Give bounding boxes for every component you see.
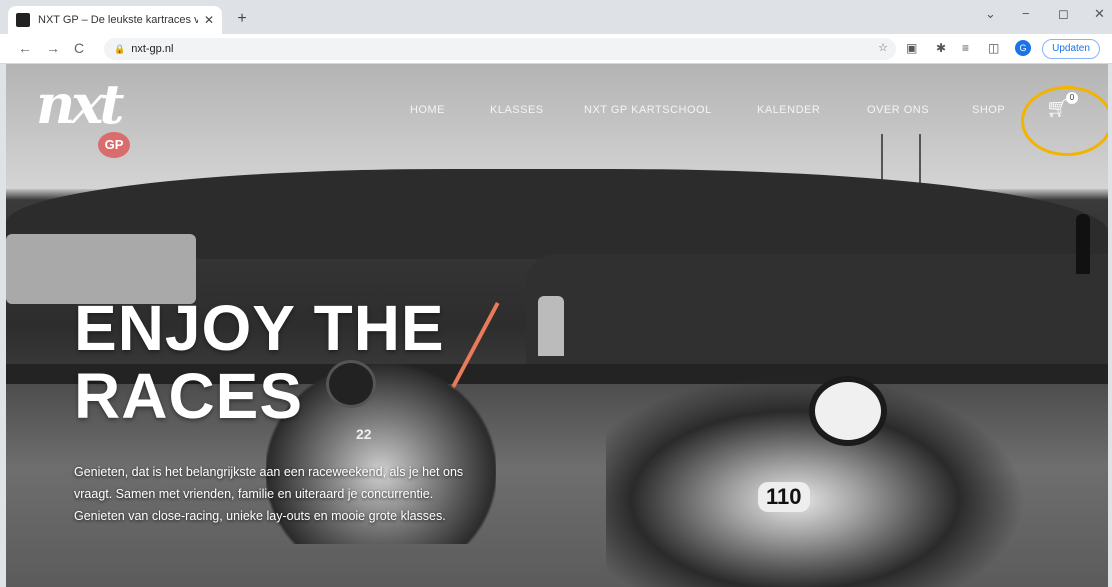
site-logo[interactable]: nxt GP: [36, 72, 166, 158]
nav-over-ons[interactable]: OVER ONS: [867, 104, 929, 116]
reload-button[interactable]: C: [74, 40, 84, 56]
nav-home[interactable]: HOME: [410, 104, 445, 116]
tab-strip: NXT GP – De leukste kartraces v… ✕ + ⌄ −…: [0, 0, 1112, 34]
profile-avatar[interactable]: G: [1015, 40, 1031, 56]
puzzle-extensions-icon[interactable]: ✱: [936, 41, 946, 55]
close-window-button[interactable]: ✕: [1094, 6, 1105, 22]
hero-hedge: [526, 254, 1108, 364]
kart-number-110: 110: [758, 482, 810, 512]
extension-icon[interactable]: ▣: [906, 41, 917, 55]
tab-search-icon[interactable]: ⌄: [985, 6, 996, 22]
nav-kartschool[interactable]: NXT GP KARTSCHOOL: [584, 104, 712, 116]
forward-button[interactable]: →: [46, 40, 60, 56]
hero-flagman: [538, 296, 564, 356]
nav-klasses[interactable]: KLASSES: [490, 104, 544, 116]
back-button[interactable]: ←: [18, 40, 32, 56]
url-text: nxt-gp.nl: [131, 43, 174, 55]
lock-icon[interactable]: 🔒: [114, 44, 125, 55]
reading-list-icon[interactable]: ≡: [962, 41, 969, 55]
logo-badge: GP: [98, 132, 130, 158]
browser-tab[interactable]: NXT GP – De leukste kartraces v… ✕: [8, 6, 222, 34]
logo-mark: nxt: [36, 72, 124, 136]
tab-close-icon[interactable]: ✕: [204, 13, 214, 27]
maximize-button[interactable]: ◻: [1058, 6, 1069, 22]
bookmark-star-icon[interactable]: ☆: [878, 41, 888, 54]
address-bar[interactable]: 🔒 nxt-gp.nl ☆: [104, 38, 896, 60]
cart-highlight-circle: [1021, 86, 1108, 156]
nav-shop[interactable]: SHOP: [972, 104, 1005, 116]
hero-description: Genieten, dat is het belangrijkste aan e…: [74, 465, 464, 523]
hero-title-line1: ENJOY THE: [74, 292, 445, 364]
new-tab-button[interactable]: +: [232, 9, 252, 29]
minimize-button[interactable]: −: [1022, 6, 1030, 21]
driver-helmet-110: [809, 376, 887, 446]
hero-title-line2: RACES: [74, 360, 304, 432]
hero-title: ENJOY THE RACES: [74, 294, 445, 430]
tab-title: NXT GP – De leukste kartraces v…: [38, 14, 198, 26]
update-button[interactable]: Updaten: [1042, 39, 1100, 59]
web-page: 22 110 nxt GP HOME KLASSES NXT GP KARTSC…: [6, 64, 1108, 587]
favicon-icon: [16, 13, 30, 27]
browser-window: NXT GP – De leukste kartraces v… ✕ + ⌄ −…: [0, 0, 1112, 587]
browser-toolbar: ← → C 🔒 nxt-gp.nl ☆ ▣ ✱ ≡ ◫ G Updaten: [0, 34, 1112, 64]
nav-kalender[interactable]: KALENDER: [757, 104, 820, 116]
side-panel-icon[interactable]: ◫: [988, 41, 999, 55]
hero-person: [1076, 214, 1090, 274]
